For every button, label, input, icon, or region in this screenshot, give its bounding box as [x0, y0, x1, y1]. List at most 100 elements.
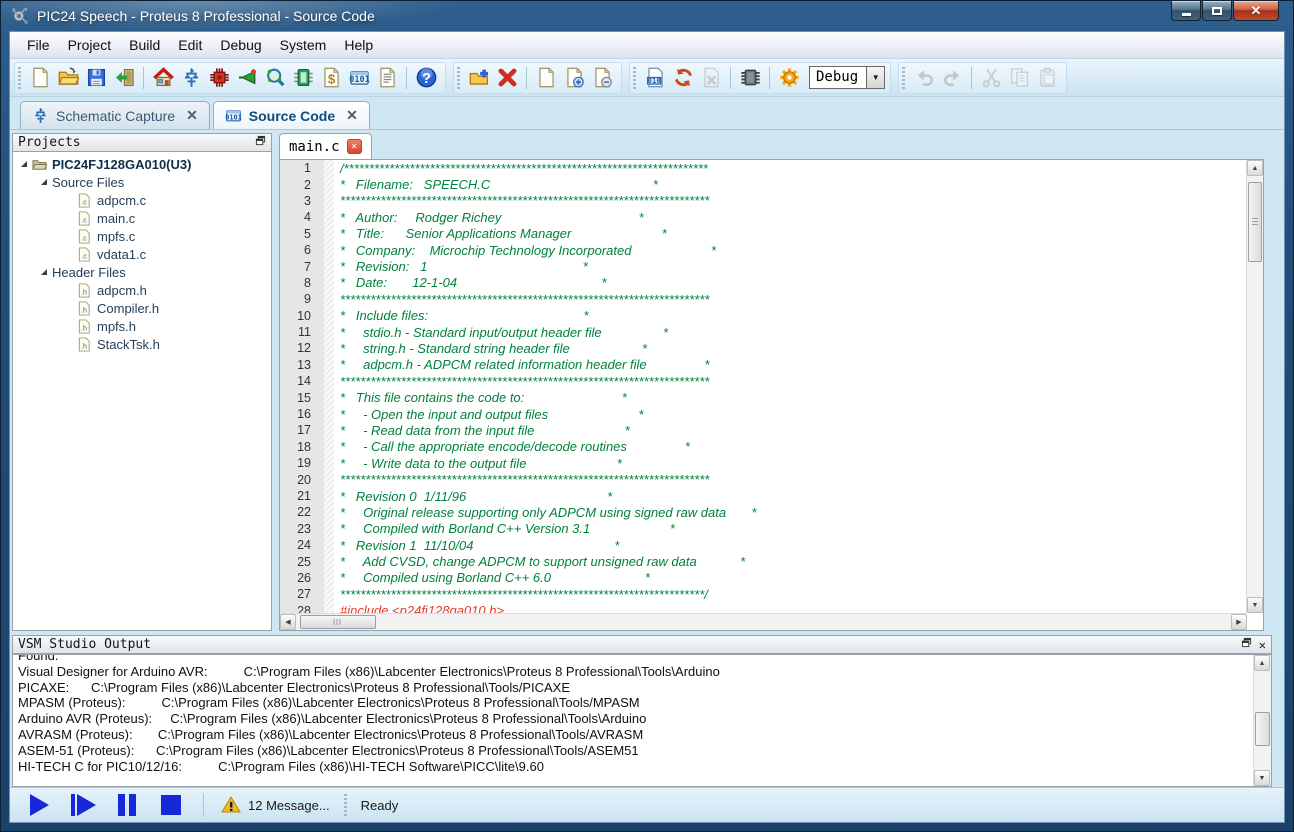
copy-button[interactable]	[1005, 64, 1033, 92]
code-line[interactable]: 25 * Add CVSD, change ADPCM to support un…	[280, 553, 1246, 569]
project-settings-button[interactable]	[775, 64, 803, 92]
menu-system[interactable]: System	[271, 34, 336, 56]
editor-vscroll-thumb[interactable]	[1248, 182, 1262, 262]
output-scroll-up-icon[interactable]: ▲	[1254, 655, 1270, 671]
close-output-icon[interactable]: ✕	[1259, 638, 1266, 652]
code-line[interactable]: 24 * Revision 1 11/10/04 *	[280, 537, 1246, 553]
help-button[interactable]: ?	[412, 64, 440, 92]
code-line[interactable]: 20 **************************************…	[280, 471, 1246, 487]
tree-item-mpfs-h[interactable]: .h mpfs.h	[13, 317, 271, 335]
step-simulation-button[interactable]	[62, 791, 104, 819]
code-line[interactable]: 26 * Compiled using Borland C++ 6.0 *	[280, 570, 1246, 586]
report-button[interactable]	[373, 64, 401, 92]
tree-item-adpcm-h[interactable]: .h adpcm.h	[13, 281, 271, 299]
zoom-search-button[interactable]	[261, 64, 289, 92]
maximize-button[interactable]	[1202, 1, 1232, 21]
remove-files-x-button[interactable]	[493, 64, 521, 92]
tab-close-icon[interactable]: ✕	[186, 107, 198, 124]
title-bar[interactable]: PIC24 Speech - Proteus 8 Professional - …	[1, 1, 1293, 31]
menu-build[interactable]: Build	[120, 34, 169, 56]
scroll-right-icon[interactable]: ▶	[1231, 614, 1247, 630]
bill-of-materials-button[interactable]: $	[317, 64, 345, 92]
code-line[interactable]: 10 * Include files: *	[280, 308, 1246, 324]
toolbar-grip[interactable]	[633, 66, 636, 89]
tree-item-vdata1-c[interactable]: .c vdata1.c	[13, 245, 271, 263]
code-editor[interactable]: 1 /**************************************…	[279, 159, 1264, 631]
scroll-left-icon[interactable]: ◀	[280, 614, 296, 630]
menu-debug[interactable]: Debug	[211, 34, 270, 56]
build-project-button[interactable]: 010	[641, 64, 669, 92]
code-line[interactable]: 11 * stdio.h - Standard input/output head…	[280, 324, 1246, 340]
code-line[interactable]: 1 /**************************************…	[280, 160, 1246, 176]
debug-configuration-select[interactable]: Debug ▼	[809, 66, 886, 89]
build-target-chip-button[interactable]	[736, 64, 764, 92]
stop-simulation-button[interactable]	[150, 791, 192, 819]
code-line[interactable]: 16 * - Open the input and output files *	[280, 406, 1246, 422]
run-simulation-button[interactable]	[18, 791, 60, 819]
code-line[interactable]: 18 * - Call the appropriate encode/decode…	[280, 439, 1246, 455]
code-line[interactable]: 5 * Title: Senior Applications Manager *	[280, 226, 1246, 242]
menu-file[interactable]: File	[18, 34, 59, 56]
code-line[interactable]: 2 * Filename: SPEECH.C *	[280, 176, 1246, 192]
editor-tab-main-c[interactable]: main.c ✕	[279, 133, 372, 159]
code-line[interactable]: 23 * Compiled with Borland C++ Version 3.…	[280, 521, 1246, 537]
close-button[interactable]: ✕	[1233, 1, 1279, 21]
output-vertical-scrollbar[interactable]: ▲ ▼	[1253, 655, 1271, 786]
scroll-down-icon[interactable]: ▼	[1247, 597, 1263, 613]
source-code-button[interactable]: 0101	[345, 64, 373, 92]
code-line[interactable]: 6 * Company: Microchip Technology Incorpo…	[280, 242, 1246, 258]
menu-help[interactable]: Help	[335, 34, 382, 56]
code-line[interactable]: 8 * Date: 12-1-04 *	[280, 275, 1246, 291]
tree-item-header-files[interactable]: Header Files	[13, 263, 271, 281]
menu-project[interactable]: Project	[59, 34, 121, 56]
tree-item-pic24fj128ga010-u3-[interactable]: PIC24FJ128GA010(U3)	[13, 155, 271, 173]
code-line[interactable]: 15 * This file contains the code to: *	[280, 389, 1246, 405]
tree-item-main-c[interactable]: .c main.c	[13, 209, 271, 227]
toolbar-grip[interactable]	[457, 66, 460, 89]
tree-item-compiler-h[interactable]: .h Compiler.h	[13, 299, 271, 317]
expand-caret-icon[interactable]	[41, 269, 47, 275]
code-lines[interactable]: 1 /**************************************…	[280, 160, 1246, 630]
new-source-file-button[interactable]	[532, 64, 560, 92]
messages-button[interactable]: 12 Message...	[215, 796, 336, 814]
expand-caret-icon[interactable]	[21, 161, 27, 167]
paste-button[interactable]	[1033, 64, 1061, 92]
float-panel-icon[interactable]	[255, 135, 266, 150]
float-output-icon[interactable]	[1241, 637, 1252, 652]
code-line[interactable]: 21 * Revision 0 1/11/96 *	[280, 488, 1246, 504]
editor-hscroll-thumb[interactable]	[300, 615, 376, 629]
code-line[interactable]: 13 * adpcm.h - ADPCM related information …	[280, 357, 1246, 373]
schematic-capture-button[interactable]	[177, 64, 205, 92]
code-line[interactable]: 12 * string.h - Standard string header fi…	[280, 340, 1246, 356]
code-line[interactable]: 17 * - Read data from the input file *	[280, 422, 1246, 438]
undo-button[interactable]	[910, 64, 938, 92]
toolbar-grip[interactable]	[902, 66, 906, 89]
tree-item-adpcm-c[interactable]: .c adpcm.c	[13, 191, 271, 209]
editor-tab-close-icon[interactable]: ✕	[346, 139, 362, 154]
tree-item-mpfs-c[interactable]: .c mpfs.c	[13, 227, 271, 245]
code-line[interactable]: 4 * Author: Rodger Richey *	[280, 209, 1246, 225]
design-explorer-button[interactable]	[289, 64, 317, 92]
code-line[interactable]: 27 **************************************…	[280, 586, 1246, 602]
output-scroll-down-icon[interactable]: ▼	[1254, 770, 1270, 786]
editor-vertical-scrollbar[interactable]: ▲ ▼	[1246, 160, 1263, 613]
editor-horizontal-scrollbar[interactable]: ◀ ▶	[280, 613, 1247, 630]
tree-item-stacktsk-h[interactable]: .h StackTsk.h	[13, 335, 271, 353]
code-line[interactable]: 19 * - Write data to the output file *	[280, 455, 1246, 471]
add-files-folder-button[interactable]	[465, 64, 493, 92]
expand-caret-icon[interactable]	[41, 179, 47, 185]
menu-edit[interactable]: Edit	[169, 34, 211, 56]
minimize-button[interactable]	[1171, 1, 1201, 21]
output-vscroll-thumb[interactable]	[1255, 712, 1270, 746]
remove-source-file-button[interactable]	[588, 64, 616, 92]
clean-project-button[interactable]	[697, 64, 725, 92]
home-button[interactable]	[149, 64, 177, 92]
scroll-up-icon[interactable]: ▲	[1247, 160, 1263, 176]
code-line[interactable]: 3 ***************************************…	[280, 193, 1246, 209]
tree-item-source-files[interactable]: Source Files	[13, 173, 271, 191]
toolbar-grip[interactable]	[18, 66, 21, 89]
cut-button[interactable]	[977, 64, 1005, 92]
new-document-button[interactable]	[26, 64, 54, 92]
tab-source-code[interactable]: 0101 Source Code ✕	[212, 101, 370, 129]
code-line[interactable]: 14 **************************************…	[280, 373, 1246, 389]
